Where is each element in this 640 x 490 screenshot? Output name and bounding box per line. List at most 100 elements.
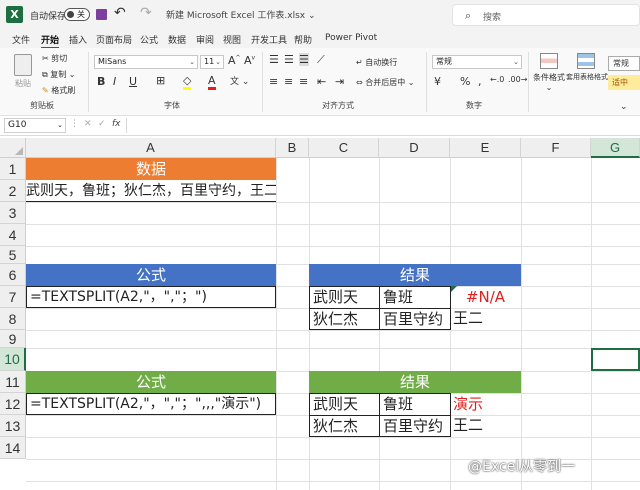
formula-cell-2[interactable]: =TEXTSPLIT(A2,"，","；",,,"演示")	[26, 393, 276, 415]
row-header-12[interactable]: 12	[0, 393, 26, 415]
active-cell-selection[interactable]	[591, 348, 640, 371]
column-header-f[interactable]: F	[521, 138, 591, 158]
result-1-r1-c3[interactable]: #N/A	[450, 286, 521, 308]
indent-increase-icon[interactable]: ⇥	[335, 75, 344, 88]
column-header-e[interactable]: E	[450, 138, 521, 158]
underline-button[interactable]: U	[129, 75, 137, 88]
insert-function-icon[interactable]: fx	[112, 119, 121, 129]
row-header-7[interactable]: 7	[0, 286, 26, 308]
enter-icon[interactable]: ✓	[98, 119, 106, 129]
font-color-icon[interactable]: A	[208, 74, 216, 90]
formula-header-cell-2[interactable]: 公式	[26, 371, 276, 393]
tab-formulas[interactable]: 公式	[140, 33, 158, 46]
save-icon[interactable]	[96, 9, 107, 20]
row-header-6[interactable]: 6	[0, 264, 26, 286]
style-neutral[interactable]: 适中	[608, 75, 640, 90]
result-1-r2-c2[interactable]: 百里守约	[379, 308, 451, 330]
decrease-font-icon[interactable]: Av	[244, 54, 255, 67]
result-2-r2-c1[interactable]: 狄仁杰	[309, 415, 380, 437]
borders-icon[interactable]: ⊞	[156, 74, 165, 87]
fill-color-icon[interactable]: ◇	[183, 74, 192, 90]
row-header-8[interactable]: 8	[0, 308, 26, 330]
result-2-r1-c1[interactable]: 武则天	[309, 393, 380, 416]
result-2-r1-c3[interactable]: 演示	[450, 393, 521, 415]
orientation-icon[interactable]: ⟋	[317, 53, 325, 67]
tab-file[interactable]: 文件	[12, 33, 30, 46]
column-header-g[interactable]: G	[591, 138, 640, 158]
percent-icon[interactable]: %	[460, 75, 470, 88]
copy-button[interactable]: ⧉ 复制 ⌄	[42, 69, 76, 80]
row-header-5[interactable]: 5	[0, 246, 26, 264]
increase-font-icon[interactable]: A^	[228, 54, 241, 67]
tab-view[interactable]: 视图	[223, 33, 241, 46]
decrease-decimal-icon[interactable]: .00→	[508, 75, 527, 84]
tab-data[interactable]: 数据	[168, 33, 186, 46]
style-normal[interactable]: 常规	[608, 56, 640, 71]
currency-icon[interactable]: ¥	[434, 75, 441, 88]
align-center-icon[interactable]: ≡	[284, 75, 293, 88]
align-middle-icon[interactable]: ☰	[284, 53, 294, 66]
data-header-cell[interactable]: 数据	[26, 158, 276, 180]
search-box[interactable]: ⌕ 搜索	[452, 4, 640, 26]
align-left-icon[interactable]: ≡	[269, 75, 278, 88]
row-header-3[interactable]: 3	[0, 202, 26, 224]
select-all-corner[interactable]	[0, 138, 26, 158]
bold-button[interactable]: B	[97, 75, 105, 88]
increase-decimal-icon[interactable]: ←.0	[490, 75, 504, 84]
result-1-r1-c1[interactable]: 武则天	[309, 286, 380, 309]
tab-power-pivot[interactable]: Power Pivot	[325, 33, 377, 43]
tab-home[interactable]: 开始	[41, 33, 60, 49]
row-header-11[interactable]: 11	[0, 371, 26, 393]
result-header-cell-2[interactable]: 结果	[309, 371, 521, 393]
formula-bar-menu-icon[interactable]: ⋮	[70, 119, 79, 129]
font-size-select[interactable]: 11 ⌄	[200, 55, 224, 69]
result-1-r1-c2[interactable]: 鲁班	[379, 286, 451, 309]
result-2-r2-c3[interactable]: 王二	[450, 415, 521, 437]
redo-icon[interactable]: ↷	[140, 5, 152, 21]
tab-help[interactable]: 帮助	[294, 33, 312, 46]
merge-center-button[interactable]: ⇔ 合并后居中 ⌄	[356, 77, 415, 88]
format-painter-button[interactable]: ✎ 格式刷	[42, 85, 75, 96]
align-top-icon[interactable]: ☰	[269, 53, 279, 66]
error-indicator-icon[interactable]	[451, 286, 457, 292]
row-header-13[interactable]: 13	[0, 415, 26, 437]
indent-decrease-icon[interactable]: ⇤	[317, 75, 326, 88]
italic-button[interactable]: I	[113, 75, 116, 88]
row-header-14[interactable]: 14	[0, 437, 26, 459]
result-header-cell-1[interactable]: 结果	[309, 264, 521, 286]
tab-insert[interactable]: 插入	[69, 33, 87, 46]
align-bottom-icon[interactable]: ☰	[299, 53, 309, 66]
row-header-1[interactable]: 1	[0, 158, 26, 180]
formula-input[interactable]	[126, 118, 640, 133]
column-header-b[interactable]: B	[276, 138, 309, 158]
format-as-table-button[interactable]: 套用表格格式	[566, 53, 608, 82]
comma-style-icon[interactable]: ,	[478, 75, 482, 88]
column-header-a[interactable]: A	[26, 138, 276, 158]
tab-page-layout[interactable]: 页面布局	[96, 33, 132, 46]
tab-review[interactable]: 审阅	[196, 33, 214, 46]
formula-cell-1[interactable]: =TEXTSPLIT(A2,"，","；")	[26, 286, 276, 308]
paste-button[interactable]: 粘贴	[10, 52, 36, 92]
ribbon-collapse-icon[interactable]: ⌄	[620, 102, 628, 112]
column-header-d[interactable]: D	[379, 138, 450, 158]
phonetic-icon[interactable]: 文 ⌄	[230, 74, 249, 87]
row-header-9[interactable]: 9	[0, 330, 26, 348]
row-header-4[interactable]: 4	[0, 224, 26, 246]
autosave-toggle[interactable]: 关	[64, 8, 90, 21]
undo-icon[interactable]: ↶	[114, 5, 126, 21]
result-1-r2-c3[interactable]: 王二	[450, 308, 521, 330]
name-box[interactable]: G10 ⌄	[4, 118, 66, 133]
align-right-icon[interactable]: ≡	[299, 75, 308, 88]
tab-developer[interactable]: 开发工具	[251, 33, 287, 46]
document-title[interactable]: 新建 Microsoft Excel 工作表.xlsx ⌄	[166, 8, 316, 21]
cancel-icon[interactable]: ✕	[84, 119, 92, 129]
data-value-cell[interactable]: 武则天，鲁班；狄仁杰，百里守约，王二	[26, 180, 276, 202]
conditional-format-button[interactable]: 条件格式 ⌄	[532, 53, 566, 92]
result-1-r2-c1[interactable]: 狄仁杰	[309, 308, 380, 330]
column-header-c[interactable]: C	[309, 138, 379, 158]
formula-header-cell-1[interactable]: 公式	[26, 264, 276, 286]
number-format-select[interactable]: 常规 ⌄	[432, 55, 522, 69]
cut-button[interactable]: ✂ 剪切	[42, 53, 67, 64]
row-header-10[interactable]: 10	[0, 348, 26, 371]
wrap-text-button[interactable]: ↵ 自动换行	[356, 57, 397, 68]
